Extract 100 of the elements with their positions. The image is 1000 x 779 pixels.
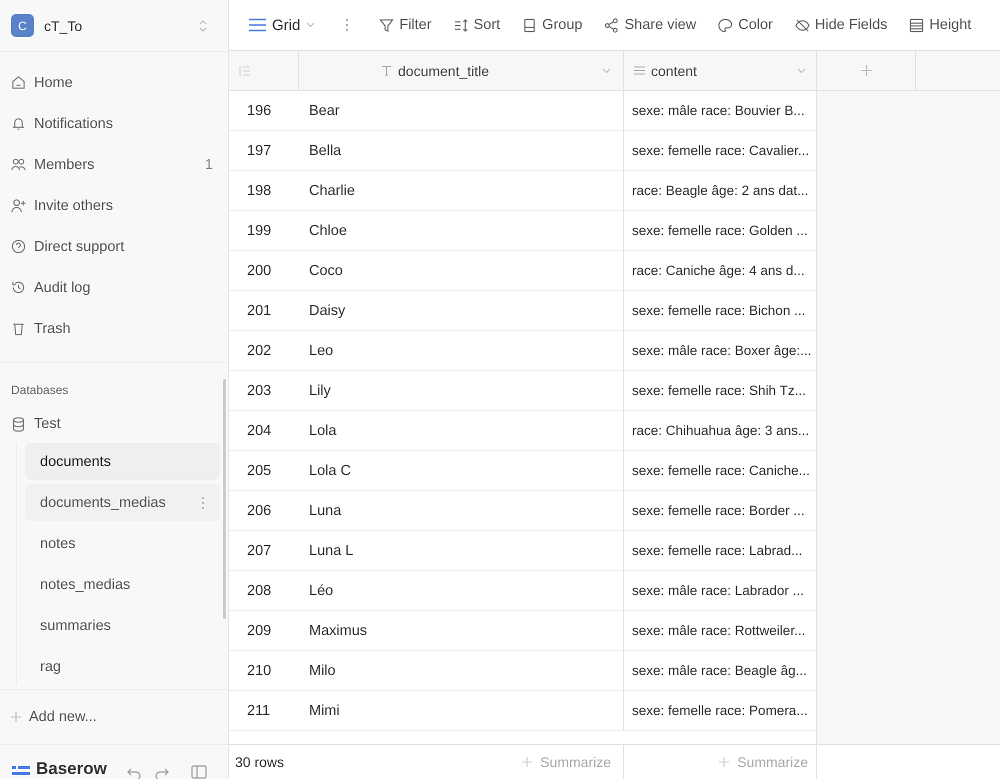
long-text-icon bbox=[634, 66, 645, 75]
table-item[interactable]: rag bbox=[25, 648, 220, 686]
table-cell[interactable]: Milo bbox=[299, 651, 624, 691]
bell-icon bbox=[11, 116, 26, 132]
row-number: 196 bbox=[229, 91, 299, 131]
grid-view-icon bbox=[249, 18, 266, 32]
nav-item[interactable]: Home bbox=[0, 62, 228, 104]
row-number: 197 bbox=[229, 131, 299, 171]
nav-item[interactable]: Audit log bbox=[0, 267, 228, 308]
help-icon bbox=[11, 239, 26, 254]
table-cell[interactable]: Coco bbox=[299, 251, 624, 291]
table-cell[interactable]: Leo bbox=[299, 331, 624, 371]
table-cell[interactable]: Luna L bbox=[299, 531, 624, 571]
plus-icon bbox=[11, 712, 21, 722]
table-cell[interactable]: sexe: femelle race: Border ... bbox=[624, 491, 817, 531]
table-cell[interactable]: Léo bbox=[299, 571, 624, 611]
table-item[interactable]: documents_medias bbox=[25, 484, 220, 522]
table-cell[interactable]: sexe: mâle race: Bouvier B... bbox=[624, 91, 817, 131]
workspace-name[interactable]: cT_To bbox=[44, 18, 189, 34]
view-selector[interactable]: Grid bbox=[249, 16, 316, 34]
chevron-updown-icon[interactable] bbox=[199, 18, 207, 33]
table-cell[interactable]: sexe: femelle race: Caniche... bbox=[624, 451, 817, 491]
row-number: 208 bbox=[229, 571, 299, 611]
table-cell[interactable]: sexe: mâle race: Rottweiler... bbox=[624, 611, 817, 651]
palette-icon bbox=[718, 18, 734, 32]
nav-item[interactable]: Direct support bbox=[0, 226, 228, 268]
table-cell[interactable]: race: Chihuahua âge: 3 ans... bbox=[624, 411, 817, 451]
more-icon[interactable] bbox=[201, 496, 205, 510]
home-icon bbox=[11, 75, 26, 90]
table-item[interactable]: documents bbox=[25, 443, 220, 480]
row-number: 203 bbox=[229, 371, 299, 411]
toolbar-button[interactable]: Sort bbox=[454, 17, 500, 33]
nav-item[interactable]: Members 1 bbox=[0, 144, 228, 186]
toolbar-button[interactable]: Hide Fields bbox=[794, 17, 888, 33]
nav-item[interactable]: Trash bbox=[0, 308, 228, 350]
row-count: 30 rows bbox=[235, 754, 284, 770]
table-cell[interactable]: Lola C bbox=[299, 451, 624, 491]
plus-icon bbox=[522, 757, 532, 767]
share-icon bbox=[604, 18, 620, 32]
invite-icon bbox=[11, 198, 26, 214]
table-cell[interactable]: Luna bbox=[299, 491, 624, 531]
table-cell[interactable]: sexe: femelle race: Cavalier... bbox=[624, 131, 817, 171]
sort-icon bbox=[454, 18, 469, 32]
nav-item[interactable]: Invite others bbox=[0, 185, 228, 226]
hide-icon bbox=[794, 18, 810, 32]
history-icon bbox=[11, 280, 26, 296]
toolbar-button[interactable]: Group bbox=[522, 17, 582, 33]
table-cell[interactable]: sexe: femelle race: Bichon ... bbox=[624, 291, 817, 331]
member-count: 1 bbox=[204, 156, 213, 173]
caret-icon bbox=[602, 68, 611, 74]
sidebar-collapse-icon[interactable] bbox=[190, 765, 207, 779]
toolbar-button[interactable]: Height bbox=[909, 17, 972, 33]
filter-icon bbox=[379, 18, 394, 32]
row-number: 209 bbox=[229, 611, 299, 651]
row-number: 205 bbox=[229, 451, 299, 491]
undo-icon[interactable] bbox=[126, 767, 141, 779]
table-cell[interactable]: Charlie bbox=[299, 171, 624, 211]
redo-icon[interactable] bbox=[154, 767, 169, 779]
table-cell[interactable]: sexe: femelle race: Labrad... bbox=[624, 531, 817, 571]
table-cell[interactable]: sexe: mâle race: Beagle âg... bbox=[624, 651, 817, 691]
caret-icon bbox=[797, 68, 806, 74]
row-number: 199 bbox=[229, 211, 299, 251]
toolbar-button[interactable]: Color bbox=[718, 17, 773, 33]
table-cell[interactable]: sexe: mâle race: Boxer âge:... bbox=[624, 331, 817, 371]
table-cell[interactable]: sexe: mâle race: Labrador ... bbox=[624, 571, 817, 611]
table-cell[interactable]: Bella bbox=[299, 131, 624, 171]
row-number: 201 bbox=[229, 291, 299, 331]
table-cell[interactable]: Bear bbox=[299, 91, 624, 131]
plus-icon bbox=[719, 757, 730, 767]
table-cell[interactable]: sexe: femelle race: Pomera... bbox=[624, 691, 817, 731]
more-icon[interactable] bbox=[345, 18, 350, 32]
section-heading: Databases bbox=[10, 382, 70, 400]
row-number: 207 bbox=[229, 531, 299, 571]
table-cell[interactable]: sexe: femelle race: Shih Tz... bbox=[624, 371, 817, 411]
row-number: 204 bbox=[229, 411, 299, 451]
table-cell[interactable]: race: Beagle âge: 2 ans dat... bbox=[624, 171, 817, 211]
members-icon bbox=[11, 157, 26, 172]
table-cell[interactable]: Daisy bbox=[299, 291, 624, 331]
add-new-button[interactable]: Add new... bbox=[0, 689, 228, 746]
table-cell[interactable]: race: Caniche âge: 4 ans d... bbox=[624, 251, 817, 291]
table-cell[interactable]: Mimi bbox=[299, 691, 624, 731]
plus-icon bbox=[860, 65, 872, 76]
toolbar-button[interactable]: Share view bbox=[604, 17, 696, 33]
trash-icon bbox=[11, 321, 26, 336]
database-item[interactable]: Test bbox=[0, 405, 228, 444]
brand-name: Baserow bbox=[36, 759, 107, 779]
table-item[interactable]: notes bbox=[25, 525, 220, 562]
table-item[interactable]: notes_medias bbox=[25, 566, 220, 604]
table-cell[interactable]: Lola bbox=[299, 411, 624, 451]
nav-item[interactable]: Notifications bbox=[0, 103, 228, 144]
toolbar-button[interactable]: Filter bbox=[379, 17, 432, 33]
table-cell[interactable]: sexe: femelle race: Golden ... bbox=[624, 211, 817, 251]
table-cell[interactable]: Maximus bbox=[299, 611, 624, 651]
row-number: 200 bbox=[229, 251, 299, 291]
row-options-icon[interactable] bbox=[239, 64, 251, 76]
row-number: 210 bbox=[229, 651, 299, 691]
table-cell[interactable]: Chloe bbox=[299, 211, 624, 251]
caret-icon bbox=[306, 22, 316, 28]
table-item[interactable]: summaries bbox=[25, 607, 220, 644]
table-cell[interactable]: Lily bbox=[299, 371, 624, 411]
